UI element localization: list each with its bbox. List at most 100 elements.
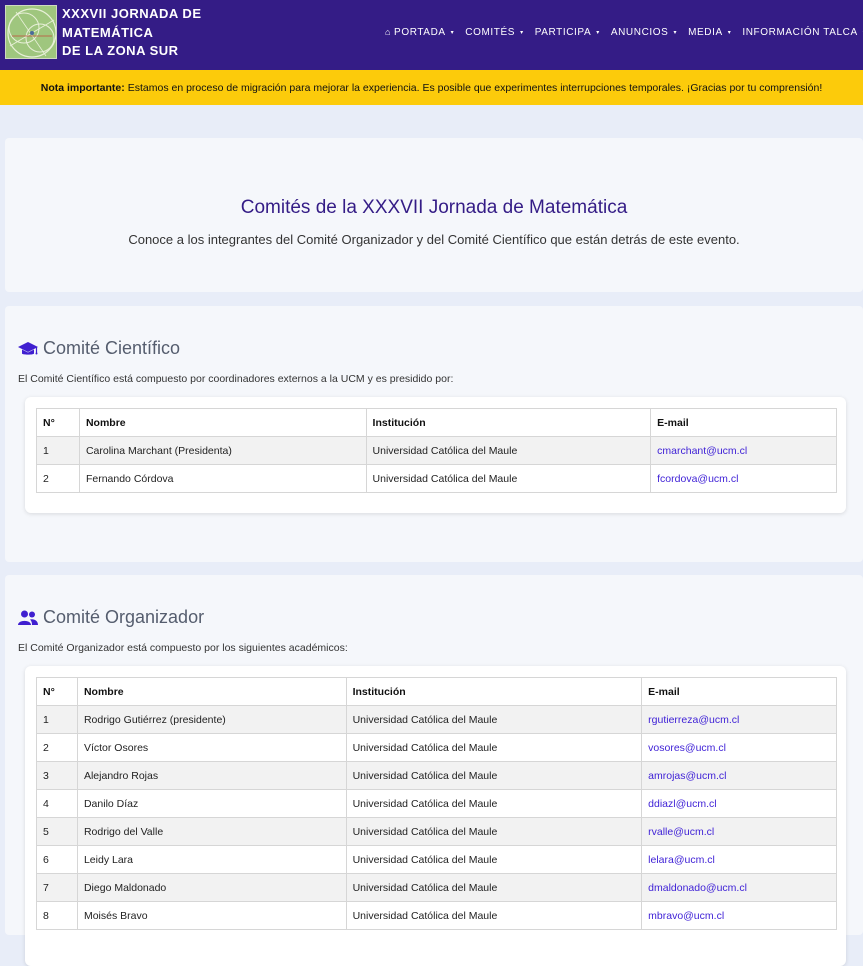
- nav-item-anuncios[interactable]: ANUNCIOS ▾: [611, 25, 677, 39]
- comite-cientifico-table: N° Nombre Institución E-mail 1 Carolina …: [36, 408, 837, 493]
- email-link[interactable]: rvalle@ucm.cl: [642, 818, 837, 846]
- section-comite-organizador: Comité Organizador El Comité Organizador…: [5, 575, 863, 935]
- cell-nombre: Danilo Díaz: [77, 790, 346, 818]
- home-icon: ⌂: [385, 27, 391, 37]
- cell-no: 5: [37, 818, 78, 846]
- cell-nombre: Moisés Bravo: [77, 902, 346, 930]
- email-link[interactable]: rgutierreza@ucm.cl: [642, 706, 837, 734]
- table-card: N° Nombre Institución E-mail 1Rodrigo Gu…: [25, 666, 846, 966]
- comite-organizador-table: N° Nombre Institución E-mail 1Rodrigo Gu…: [36, 677, 837, 930]
- main-nav: ⌂ PORTADA ▾ COMITÉS ▾ PARTICIPA ▾ ANUNCI…: [385, 25, 863, 39]
- graduation-cap-icon: [18, 340, 38, 358]
- nav-label: INFORMACIÓN TALCA: [742, 27, 857, 38]
- page-subtitle: Conoce a los integrantes del Comité Orga…: [5, 232, 863, 247]
- cell-institucion: Universidad Católica del Maule: [346, 902, 642, 930]
- cell-institucion: Universidad Católica del Maule: [346, 734, 642, 762]
- cell-nombre: Carolina Marchant (Presidenta): [79, 437, 366, 465]
- cell-nombre: Rodrigo Gutiérrez (presidente): [77, 706, 346, 734]
- section-comite-cientifico: Comité Científico El Comité Científico e…: [5, 306, 863, 562]
- caret-down-icon: ▾: [596, 29, 600, 36]
- header-no: N°: [37, 409, 80, 437]
- cell-no: 8: [37, 902, 78, 930]
- notice-text: Estamos en proceso de migración para mej…: [128, 82, 823, 94]
- cell-no: 2: [37, 465, 80, 493]
- caret-down-icon: ▾: [451, 29, 455, 36]
- cell-institucion: Universidad Católica del Maule: [346, 874, 642, 902]
- cell-no: 1: [37, 706, 78, 734]
- event-logo[interactable]: [5, 5, 57, 59]
- cell-institucion: Universidad Católica del Maule: [366, 465, 651, 493]
- cell-no: 4: [37, 790, 78, 818]
- section-title-organizador: Comité Organizador: [18, 607, 204, 628]
- brand-line-1: XXXVII JORNADA DE: [62, 5, 232, 24]
- nav-item-media[interactable]: MEDIA ▾: [688, 25, 731, 39]
- header-nombre: Nombre: [77, 678, 346, 706]
- table-header-row: N° Nombre Institución E-mail: [37, 409, 837, 437]
- header-nombre: Nombre: [79, 409, 366, 437]
- header-institucion: Institución: [366, 409, 651, 437]
- header-no: N°: [37, 678, 78, 706]
- cell-no: 6: [37, 846, 78, 874]
- cell-institucion: Universidad Católica del Maule: [366, 437, 651, 465]
- cell-no: 3: [37, 762, 78, 790]
- nav-item-portada[interactable]: ⌂ PORTADA ▾: [385, 25, 454, 39]
- cell-institucion: Universidad Católica del Maule: [346, 818, 642, 846]
- table-row: 8Moisés BravoUniversidad Católica del Ma…: [37, 902, 837, 930]
- email-link[interactable]: amrojas@ucm.cl: [642, 762, 837, 790]
- email-link[interactable]: cmarchant@ucm.cl: [651, 437, 837, 465]
- cell-no: 1: [37, 437, 80, 465]
- cell-institucion: Universidad Católica del Maule: [346, 762, 642, 790]
- nav-label: COMITÉS: [465, 27, 515, 38]
- caret-down-icon: ▾: [520, 29, 524, 36]
- nav-item-informacion-talca[interactable]: INFORMACIÓN TALCA ▾: [742, 25, 863, 39]
- caret-down-icon: ▾: [728, 29, 732, 36]
- email-link[interactable]: dmaldonado@ucm.cl: [642, 874, 837, 902]
- table-header-row: N° Nombre Institución E-mail: [37, 678, 837, 706]
- nav-label: PARTICIPA: [535, 27, 592, 38]
- cell-nombre: Alejandro Rojas: [77, 762, 346, 790]
- section-heading: Comité Organizador: [43, 607, 204, 628]
- cell-institucion: Universidad Católica del Maule: [346, 790, 642, 818]
- email-link[interactable]: vosores@ucm.cl: [642, 734, 837, 762]
- table-row: 3Alejandro RojasUniversidad Católica del…: [37, 762, 837, 790]
- cell-nombre: Diego Maldonado: [77, 874, 346, 902]
- nav-label: PORTADA: [394, 27, 446, 38]
- cell-nombre: Víctor Osores: [77, 734, 346, 762]
- page-title: Comités de la XXXVII Jornada de Matemáti…: [5, 197, 863, 219]
- email-link[interactable]: fcordova@ucm.cl: [651, 465, 837, 493]
- header-email: E-mail: [642, 678, 837, 706]
- section-description: El Comité Científico está compuesto por …: [18, 373, 453, 385]
- cell-no: 7: [37, 874, 78, 902]
- section-title-cientifico: Comité Científico: [18, 338, 180, 359]
- cell-no: 2: [37, 734, 78, 762]
- notice-label: Nota importante:: [41, 82, 125, 94]
- header-email: E-mail: [651, 409, 837, 437]
- cell-institucion: Universidad Católica del Maule: [346, 706, 642, 734]
- cell-institucion: Universidad Católica del Maule: [346, 846, 642, 874]
- table-row: 2 Fernando Córdova Universidad Católica …: [37, 465, 837, 493]
- nav-item-participa[interactable]: PARTICIPA ▾: [535, 25, 600, 39]
- email-link[interactable]: lelara@ucm.cl: [642, 846, 837, 874]
- cell-nombre: Fernando Córdova: [79, 465, 366, 493]
- brand-line-2: MATEMÁTICA: [62, 24, 232, 43]
- brand-line-3: DE LA ZONA SUR: [62, 42, 232, 61]
- caret-down-icon: ▾: [673, 29, 677, 36]
- table-row: 4Danilo DíazUniversidad Católica del Mau…: [37, 790, 837, 818]
- section-description: El Comité Organizador está compuesto por…: [18, 642, 348, 654]
- table-row: 1Rodrigo Gutiérrez (presidente)Universid…: [37, 706, 837, 734]
- table-row: 2Víctor OsoresUniversidad Católica del M…: [37, 734, 837, 762]
- section-heading: Comité Científico: [43, 338, 180, 359]
- migration-notice: Nota importante: Estamos en proceso de m…: [0, 70, 863, 105]
- table-card: N° Nombre Institución E-mail 1 Carolina …: [25, 397, 846, 513]
- header-institucion: Institución: [346, 678, 642, 706]
- table-row: 6Leidy LaraUniversidad Católica del Maul…: [37, 846, 837, 874]
- site-brand[interactable]: XXXVII JORNADA DE MATEMÁTICA DE LA ZONA …: [62, 5, 232, 61]
- email-link[interactable]: ddiazl@ucm.cl: [642, 790, 837, 818]
- cell-nombre: Leidy Lara: [77, 846, 346, 874]
- table-row: 7Diego MaldonadoUniversidad Católica del…: [37, 874, 837, 902]
- cell-nombre: Rodrigo del Valle: [77, 818, 346, 846]
- email-link[interactable]: mbravo@ucm.cl: [642, 902, 837, 930]
- nav-label: ANUNCIOS: [611, 27, 669, 38]
- nav-item-comites[interactable]: COMITÉS ▾: [465, 25, 523, 39]
- top-navbar: XXXVII JORNADA DE MATEMÁTICA DE LA ZONA …: [0, 0, 863, 70]
